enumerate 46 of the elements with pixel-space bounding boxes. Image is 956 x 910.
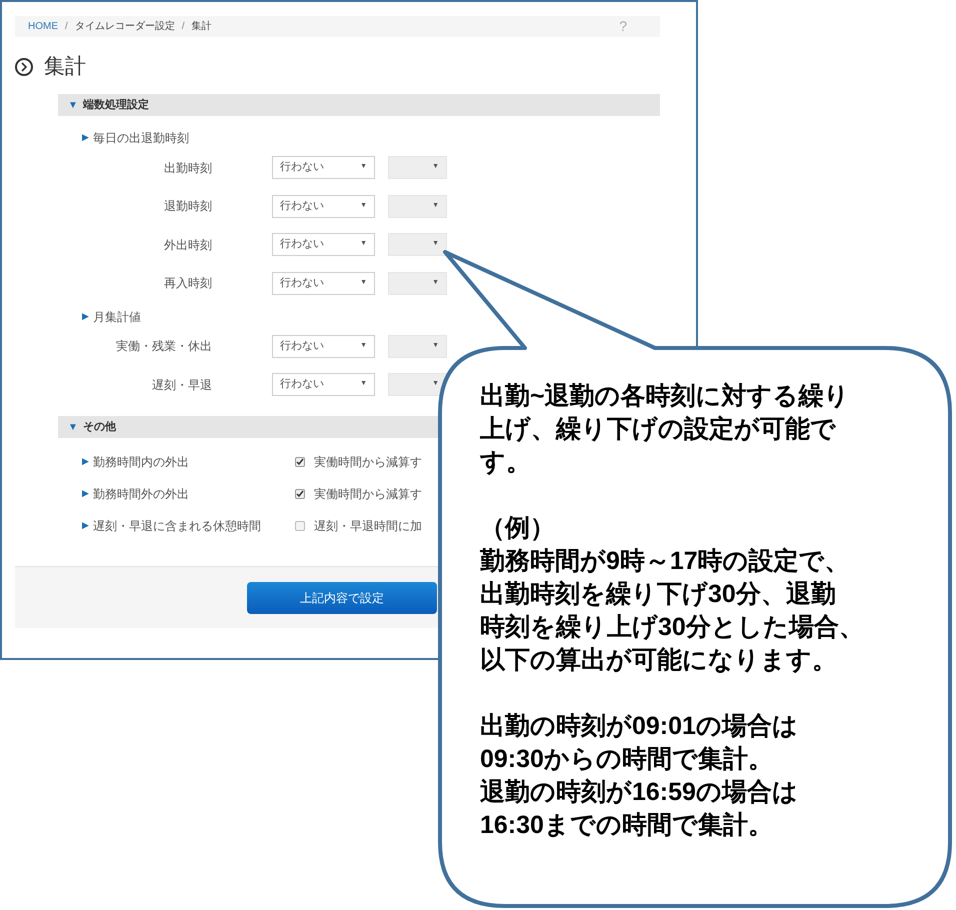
checkbox-label: 実働時間から減算す bbox=[314, 486, 422, 503]
chevron-circle-icon bbox=[14, 56, 34, 76]
triangle-down-icon: ▼ bbox=[68, 420, 78, 434]
group-title: 月集計値 bbox=[93, 308, 141, 326]
callout-text: 勤務時間が9時～17時の設定で、 bbox=[480, 546, 850, 577]
callout-text: 出勤の時刻が09:01の場合は bbox=[480, 711, 798, 742]
breadcrumb-separator: / bbox=[182, 20, 185, 34]
field-label: 遅刻・早退 bbox=[151, 376, 212, 394]
callout-text: 出勤~退勤の各時刻に対する繰り bbox=[480, 381, 850, 412]
field-label: 出勤時刻 bbox=[163, 160, 212, 176]
callout-text: 時刻を繰り上げ30分とした場合、 bbox=[480, 612, 864, 643]
callout-text: 退勤の時刻が16:59の場合は bbox=[480, 777, 798, 808]
section-title: 端数処理設定 bbox=[82, 98, 149, 113]
callout-text: 上げ、繰り下げの設定が可能で bbox=[480, 414, 836, 445]
checkbox[interactable] bbox=[295, 457, 305, 467]
callout-text: 出勤時刻を繰り下げ30分、退勤 bbox=[480, 579, 836, 610]
checkbox-label: 遅刻・早退時間に加 bbox=[314, 518, 422, 535]
field-label: 実働・残業・休出 bbox=[115, 338, 212, 355]
callout-text: 以下の算出が可能になります。 bbox=[480, 645, 837, 676]
triangle-right-icon: ▶ bbox=[82, 455, 89, 469]
callout-text: す。 bbox=[480, 447, 531, 478]
section-title: その他 bbox=[82, 420, 116, 435]
breadcrumb-link[interactable]: HOME bbox=[28, 19, 58, 34]
field-label: 再入時刻 bbox=[163, 275, 212, 292]
field-label: 外出時刻 bbox=[163, 236, 212, 254]
breadcrumb-item: タイムレコーダー設定 bbox=[74, 20, 175, 34]
page-title: 集計 bbox=[44, 56, 86, 77]
group-title: 毎日の出退勤時刻 bbox=[93, 130, 189, 147]
option-label: 勤務時間外の外出 bbox=[93, 486, 190, 503]
submit-button[interactable]: 上記内容で設定 bbox=[247, 582, 437, 614]
field-label: 退勤時刻 bbox=[163, 198, 212, 215]
callout-text: （例） bbox=[480, 513, 555, 544]
breadcrumb-item: 集計 bbox=[192, 20, 212, 34]
triangle-down-icon: ▼ bbox=[68, 98, 78, 112]
checkbox[interactable] bbox=[295, 521, 305, 531]
breadcrumb-separator: / bbox=[65, 20, 68, 34]
triangle-right-icon: ▶ bbox=[82, 519, 89, 533]
triangle-right-icon: ▶ bbox=[82, 131, 89, 145]
callout-text: 09:30からの時間で集計。 bbox=[480, 744, 773, 775]
option-label: 勤務時間内の外出 bbox=[93, 454, 190, 471]
option-label: 遅刻・早退に含まれる休憩時間 bbox=[93, 518, 262, 535]
callout-text: 16:30までの時間で集計。 bbox=[480, 810, 773, 841]
triangle-right-icon: ▶ bbox=[82, 487, 89, 501]
checkbox-label: 実働時間から減算す bbox=[314, 454, 422, 471]
triangle-right-icon: ▶ bbox=[82, 310, 89, 324]
checkbox[interactable] bbox=[295, 489, 305, 499]
